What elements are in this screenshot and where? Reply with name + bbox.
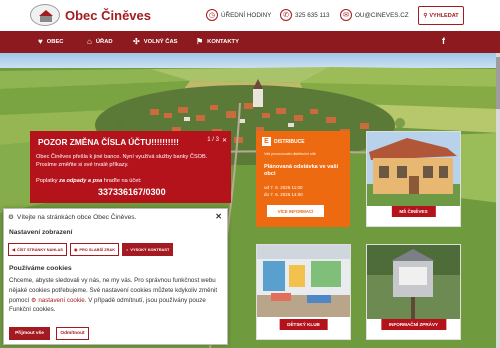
nav-label: KONTAKTY [207, 39, 239, 45]
mail-icon: ✉ [340, 9, 352, 21]
nav-label: VOLNÝ ČAS [143, 39, 178, 45]
more-info-button[interactable]: VÍCE INFORMACÍ [267, 205, 324, 217]
info-news-label: INFORMAČNÍ ZPRÁVY [380, 319, 447, 330]
distribuce-brand: DISTRIBUCE [274, 138, 305, 145]
accept-all-button[interactable]: Přijmout vše [9, 327, 50, 340]
outage-to: do 7. 6. 2026 14:00 [264, 191, 303, 197]
outage-from: od 7. 6. 2026 11:00 [264, 185, 303, 190]
notice-pager-text: 1 / 3 [207, 137, 219, 143]
kindergarten-tile[interactable]: MŠ ČINĚVES [366, 131, 461, 227]
distribuce-logo: E DISTRIBUCE [262, 137, 305, 146]
office-hours-label: ÚŘEDNÍ HODINY [221, 11, 272, 19]
high-contrast-button[interactable]: ◐ VYSOKÝ KONTRAST [122, 243, 174, 256]
nav-item-volny-cas[interactable]: ✣ VOLNÝ ČAS [133, 31, 178, 53]
phone-number: 325 635 113 [295, 11, 330, 19]
low-vision-button[interactable]: ◉ PRO SLABŠÍ ZRAK [69, 243, 120, 256]
kids-club-tile[interactable]: DĚTSKÝ KLUB [256, 244, 351, 340]
close-icon[interactable]: ✕ [222, 137, 227, 144]
page-scrollbar[interactable] [496, 53, 500, 348]
notice-text: Obec Činěves přešla k jiné bance. Nyní v… [36, 154, 208, 168]
nav-label: OBEC [46, 39, 64, 45]
notice-title: POZOR ZMĚNA ČÍSLA ÚČTU!!!!!!!!!! [38, 137, 179, 147]
contrast-icon: ◐ [126, 247, 129, 252]
office-hours-link[interactable]: ◷ ÚŘEDNÍ HODINY [206, 8, 271, 22]
main-nav: ♥ OBEC ⌂ ÚŘAD ✣ VOLNÝ ČAS ⚑ KONTAKTY f [0, 31, 500, 53]
nav-item-urad[interactable]: ⌂ ÚŘAD [87, 31, 113, 53]
kids-club-label: DĚTSKÝ KLUB [279, 319, 328, 330]
read-aloud-button[interactable]: ◀ ČÍST STRÁNKY NAHLAS [8, 243, 67, 256]
nav-item-obec[interactable]: ♥ OBEC [38, 31, 64, 53]
bank-account-number: 337336167/0300 [98, 187, 166, 197]
gear-icon: ⚙ [8, 214, 14, 221]
nav-item-kontakty[interactable]: ⚑ KONTAKTY [196, 31, 239, 53]
email-address: OU@CINEVES.CZ [355, 11, 409, 19]
accessibility-buttons: ◀ ČÍST STRÁNKY NAHLAS ◉ PRO SLABŠÍ ZRAK … [8, 243, 174, 256]
nav-label: ÚŘAD [95, 39, 113, 45]
cookies-text: Chceme, abyste sledovali vy nás, ne my v… [9, 277, 218, 314]
eye-icon: ◉ [73, 247, 78, 252]
outage-headline: Plánovaná odstávka ve vaší obci [264, 164, 339, 177]
settings-icon: ⚙ [31, 296, 37, 304]
notice-body: Obec Činěves přešla k jiné bance. Nyní v… [36, 153, 226, 184]
reject-button[interactable]: Odmítnout [56, 327, 89, 340]
cez-logo-icon: E [262, 137, 271, 146]
facebook-icon[interactable]: f [442, 36, 445, 46]
site-header: Obec Činěves ◷ ÚŘEDNÍ HODINY ✆ 325 635 1… [0, 0, 500, 31]
cookie-dialog: ⚙ Vítejte na stránkách obce Obec Činěves… [3, 208, 228, 345]
distribuce-subtitle: Váš provozovatel distribuční sítě [264, 152, 316, 156]
distribution-outage-tile[interactable]: E DISTRIBUCE Váš provozovatel distribučn… [256, 131, 350, 227]
display-settings-heading: Nastavení zobrazení [9, 229, 73, 236]
speaker-icon: ◀ [12, 247, 15, 252]
low-vision-label: PRO SLABŠÍ ZRAK [79, 247, 116, 252]
account-change-notice: POZOR ZMĚNA ČÍSLA ÚČTU!!!!!!!!!! 1 / 3 ✕… [30, 131, 231, 203]
welcome-text: Vítejte na stránkách obce Obec Činěves. [16, 213, 137, 221]
welcome-row: ⚙ Vítejte na stránkách obce Obec Činěves… [8, 213, 137, 222]
phone-icon: ✆ [280, 9, 292, 21]
read-aloud-label: ČÍST STRÁNKY NAHLAS [17, 247, 63, 252]
notice-payments: Poplatky za odpady a psa hraďte na účet: [36, 178, 142, 184]
cookies-heading: Používáme cookies [9, 265, 72, 272]
puzzle-icon: ✣ [133, 37, 140, 46]
high-contrast-label: VYSOKÝ KONTRAST [130, 247, 170, 252]
info-news-tile[interactable]: INFORMAČNÍ ZPRÁVY [366, 244, 461, 340]
flag-icon: ⚑ [196, 37, 204, 46]
site-brand[interactable]: Obec Činěves [65, 8, 151, 23]
heart-icon: ♥ [38, 37, 43, 46]
building-icon: ⌂ [87, 37, 92, 46]
outage-dates: od 7. 6. 2026 11:00 do 7. 6. 2026 14:00 [264, 185, 303, 198]
search-label: VYHLEDAT [429, 12, 459, 19]
cookie-settings-link[interactable]: ⚙ nastavení cookie [31, 297, 85, 304]
search-button[interactable]: ⚲ VYHLEDAT [418, 6, 464, 25]
clock-icon: ◷ [206, 9, 218, 21]
close-icon[interactable]: ✕ [215, 212, 222, 221]
email-link[interactable]: ✉ OU@CINEVES.CZ [340, 8, 409, 22]
municipality-logo[interactable] [30, 4, 60, 26]
kindergarten-label: MŠ ČINĚVES [391, 206, 436, 217]
phone-link[interactable]: ✆ 325 635 113 [280, 8, 330, 22]
search-icon: ⚲ [423, 12, 428, 19]
notice-pager: 1 / 3 ✕ [207, 137, 227, 144]
